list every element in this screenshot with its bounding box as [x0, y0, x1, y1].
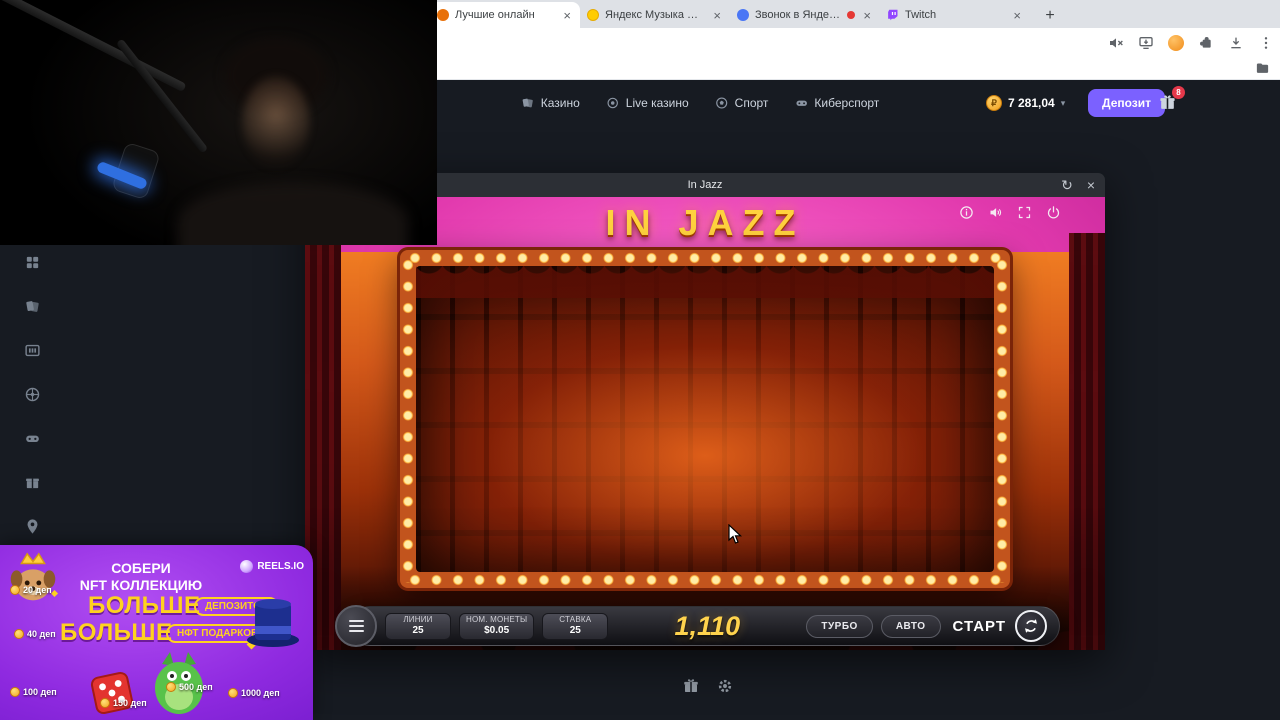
downloads-icon[interactable]	[1227, 35, 1244, 52]
nav-item-sport[interactable]: Спорт	[715, 96, 768, 110]
install-app-icon[interactable]	[1137, 35, 1154, 52]
promo-big-text-1: БОЛЬШЕ	[88, 592, 201, 619]
tab3-label: Звонок в Яндекс Телемост	[755, 9, 841, 21]
tab2-close-icon[interactable]: ×	[711, 9, 723, 22]
browser-tab-4[interactable]: Twitch ×	[880, 2, 1030, 28]
game-menu-button[interactable]	[335, 605, 377, 647]
gear-icon[interactable]	[716, 677, 734, 695]
gift-icon[interactable]	[682, 677, 700, 695]
reels-logo-icon	[240, 560, 254, 573]
sidebar-item-games[interactable]	[14, 428, 50, 448]
tab4-label: Twitch	[905, 9, 937, 21]
auto-button[interactable]: АВТО	[880, 614, 941, 638]
close-icon[interactable]: ×	[1087, 178, 1095, 192]
sidebar-item-slots[interactable]	[14, 340, 50, 360]
top-hat-icon	[247, 599, 299, 647]
sidebar-item-roulette[interactable]	[14, 384, 50, 404]
bet-control[interactable]: СТАВКА 25	[542, 612, 609, 640]
deposit-badge: 150 деп	[100, 698, 147, 708]
info-icon[interactable]	[959, 205, 974, 220]
dice-icon	[90, 671, 134, 715]
game-controls-bar: ЛИНИИ 25 НОМ. МОНЕТЫ $0.05 СТАВКА 25 1,1…	[335, 605, 1060, 647]
sidebar-item-casino[interactable]	[14, 296, 50, 316]
recording-indicator-icon	[847, 11, 856, 19]
mouse-cursor	[728, 523, 744, 551]
tab2-label: Яндекс Музыка — собираем	[605, 9, 705, 21]
bookmarks-folder-icon[interactable]	[1255, 61, 1270, 81]
tab2-favicon	[587, 9, 599, 21]
spin-icon	[1015, 610, 1047, 642]
sidebar-item-bonuses[interactable]	[14, 472, 50, 492]
deposit-button[interactable]: Депозит	[1088, 89, 1166, 117]
bonuses-gift-button[interactable]: 8	[1158, 86, 1185, 113]
sound-icon[interactable]	[988, 205, 1003, 220]
promo-big-text-2: БОЛЬШЕ	[60, 619, 173, 646]
coin-icon	[10, 585, 20, 595]
marquee-bulbs-top	[405, 251, 1005, 265]
promo-brand: REELS.IO	[240, 560, 304, 573]
currency-coin-icon: ₽	[986, 95, 1002, 111]
webcam-overlay	[0, 0, 437, 245]
turbo-button[interactable]: ТУРБО	[806, 614, 873, 638]
browser-tab-2[interactable]: Яндекс Музыка — собираем ×	[580, 2, 730, 28]
coin-icon	[166, 682, 176, 692]
extension-avatar-icon[interactable]	[1167, 35, 1184, 52]
dog-mascot-icon	[10, 552, 56, 601]
deposit-badge: 1000 деп	[228, 688, 280, 698]
stage-frame	[400, 250, 1010, 588]
marquee-bulbs-bottom	[405, 573, 1005, 587]
start-button[interactable]: СТАРТ	[953, 610, 1047, 642]
deposit-badge: 40 деп	[14, 629, 56, 639]
deposit-badge: 500 деп	[166, 682, 213, 692]
gift-badge: 8	[1172, 86, 1185, 99]
tab1-close-icon[interactable]: ×	[561, 9, 573, 22]
marquee-bulbs-right	[995, 255, 1009, 583]
new-tab-button[interactable]: +	[1038, 4, 1062, 28]
balance-selector[interactable]: ₽ 7 281,04 ▾	[986, 95, 1065, 111]
extensions-puzzle-icon[interactable]	[1197, 35, 1214, 52]
coin-icon	[100, 698, 110, 708]
modal-title: In Jazz	[687, 179, 723, 191]
chevron-down-icon: ▾	[1060, 97, 1066, 108]
tab3-close-icon[interactable]: ×	[861, 9, 873, 22]
sidebar-item-promotions[interactable]	[14, 516, 50, 536]
tab1-favicon	[437, 9, 449, 21]
slot-game-area: IN JAZZ ЛИНИИ 25 НОМ. МОНЕТЫ $0.05 СТАВК…	[305, 197, 1105, 650]
tab-audio-muted-icon[interactable]	[1107, 35, 1124, 52]
tab4-close-icon[interactable]: ×	[1011, 9, 1023, 22]
right-curtain	[1069, 233, 1105, 650]
twitch-favicon	[887, 9, 899, 21]
stage-curtain	[416, 266, 994, 572]
tab3-favicon	[737, 9, 749, 21]
fullscreen-icon[interactable]	[1017, 205, 1032, 220]
streamer-face	[242, 76, 310, 168]
tab1-label: Лучшие онлайн	[455, 9, 535, 21]
promo-banner[interactable]: СОБЕРИ NFT КОЛЛЕКЦИЮ REELS.IO БОЛЬШЕ ДЕП…	[0, 545, 313, 720]
coin-icon	[228, 688, 238, 698]
promo-headline: СОБЕРИ NFT КОЛЛЕКЦИЮ	[79, 560, 203, 593]
game-footer-actions	[682, 677, 734, 695]
sidebar-item-lobby[interactable]	[14, 252, 50, 272]
nav-item-esports[interactable]: Киберспорт	[794, 96, 879, 110]
nav-item-casino[interactable]: Казино	[521, 96, 580, 110]
lines-control[interactable]: ЛИНИИ 25	[385, 612, 451, 640]
browser-tab-3[interactable]: Звонок в Яндекс Телемост ×	[730, 2, 880, 28]
deposit-badge: 100 деп	[10, 687, 57, 697]
browser-menu-icon[interactable]	[1257, 35, 1274, 52]
marquee-bulbs-left	[401, 255, 415, 583]
screen: Лучшие онлайн × Яндекс Музыка — собираем…	[0, 0, 1280, 720]
coin-icon	[14, 629, 24, 639]
coin-icon	[10, 687, 20, 697]
game-topbar-icons	[959, 205, 1061, 220]
balance-amount: 7 281,04	[1008, 96, 1055, 110]
nav-item-live-casino[interactable]: Live казино	[606, 96, 689, 110]
casino-nav: Казино Live казино Спорт Киберспорт	[521, 96, 879, 110]
coin-value-control[interactable]: НОМ. МОНЕТЫ $0.05	[459, 612, 535, 640]
power-icon[interactable]	[1046, 205, 1061, 220]
browser-tab-1[interactable]: Лучшие онлайн ×	[430, 2, 580, 28]
amount-display: 1,110	[674, 610, 741, 641]
deposit-badge: 20 деп	[10, 585, 52, 595]
refresh-icon[interactable]: ↻	[1061, 178, 1073, 192]
